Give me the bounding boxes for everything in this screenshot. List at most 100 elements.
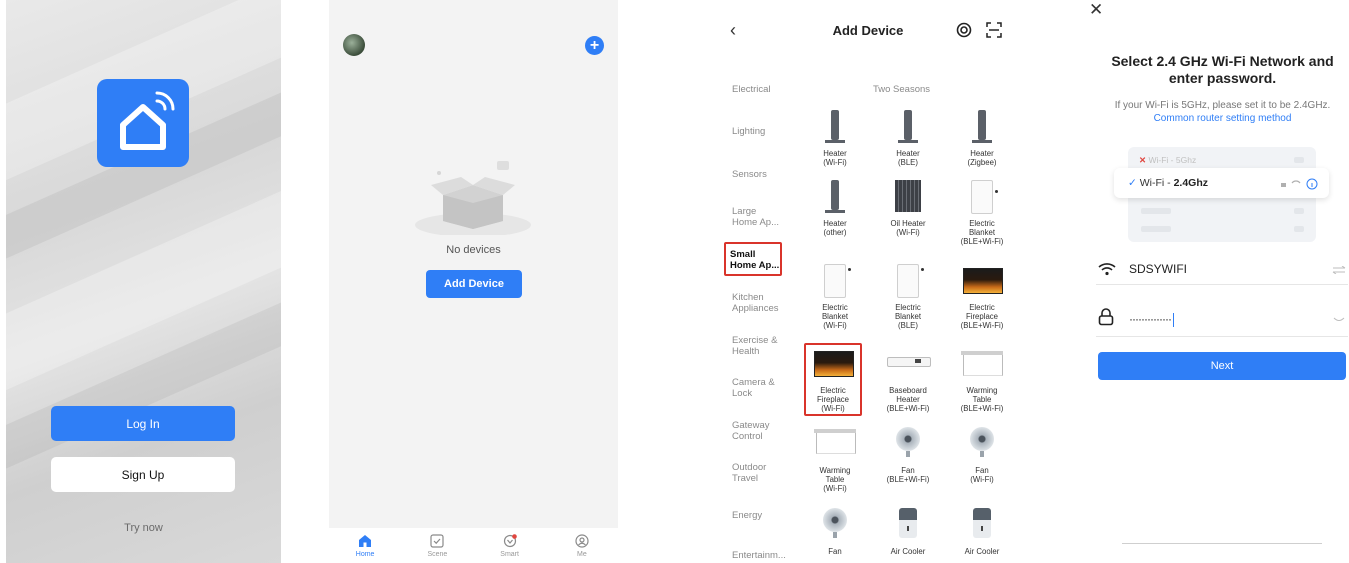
wifi-5g-label: Wi-Fi - 5Ghz <box>1148 155 1197 165</box>
tab-smart[interactable]: Smart <box>485 534 535 558</box>
device-label: Fan <box>828 547 842 556</box>
device-electric-fireplace-wifi[interactable]: Electric Fireplace (Wi-Fi) <box>799 345 867 413</box>
device-electric-fireplace-ble-wifi[interactable]: Electric Fireplace (BLE+Wi-Fi) <box>948 262 1016 330</box>
tab-label: Smart <box>500 551 519 558</box>
home-indicator <box>1122 543 1322 544</box>
device-electric-blanket-ble[interactable]: Electric Blanket (BLE) <box>874 262 942 330</box>
oil-heater-icon <box>883 178 933 216</box>
close-icon[interactable]: ✕ <box>1089 0 1103 20</box>
heater-icon <box>957 108 1007 146</box>
tab-home[interactable]: Home <box>340 534 390 558</box>
category-outdoor-travel[interactable]: Outdoor Travel <box>732 462 797 484</box>
login-button[interactable]: Log In <box>51 406 235 441</box>
device-fan-ble-wifi[interactable]: Fan (BLE+Wi-Fi) <box>874 425 942 484</box>
device-air-cooler[interactable]: Air Cooler <box>874 506 942 556</box>
try-now-link[interactable]: Try now <box>6 522 281 534</box>
device-fan-wifi[interactable]: Fan (Wi-Fi) <box>948 425 1016 484</box>
device-label: Baseboard Heater (BLE+Wi-Fi) <box>886 386 930 413</box>
device-label: Heater (BLE) <box>896 149 920 167</box>
device-heater-ble[interactable]: Heater (BLE) <box>874 108 942 167</box>
auto-scan-icon[interactable] <box>956 22 972 38</box>
category-exercise-health[interactable]: Exercise & Health <box>732 335 797 357</box>
air-cooler-icon <box>883 506 933 544</box>
tab-me[interactable]: Me <box>557 534 607 558</box>
category-large-home-appliances[interactable]: Large Home Ap... <box>732 206 797 228</box>
switch-network-icon[interactable] <box>1332 266 1346 274</box>
category-kitchen-appliances[interactable]: Kitchen Appliances <box>732 292 797 314</box>
ssid-value: SDSYWIFI <box>1129 262 1188 276</box>
check-icon: ✓ <box>1128 177 1137 189</box>
text-cursor <box>1172 312 1175 327</box>
category-sensors[interactable]: Sensors <box>732 169 797 180</box>
category-small-home-appliances[interactable]: Small Home Ap... <box>730 249 795 271</box>
tab-scene[interactable]: Scene <box>412 534 462 558</box>
fan-icon <box>810 506 860 544</box>
cross-icon: ✕ <box>1139 155 1147 165</box>
fan-icon <box>883 425 933 463</box>
placeholder-bar <box>1294 226 1304 232</box>
lock-icon <box>1098 308 1114 326</box>
category-entertainment[interactable]: Entertainm... <box>732 550 797 561</box>
device-warming-table-wifi[interactable]: Warming Table (Wi-Fi) <box>801 425 869 493</box>
wifi-hint-text: If your Wi-Fi is 5GHz, please set it to … <box>1114 100 1331 111</box>
add-icon[interactable]: + <box>585 36 604 55</box>
device-heater-zigbee[interactable]: Heater (Zigbee) <box>948 108 1016 167</box>
avatar[interactable] <box>343 34 365 56</box>
device-air-cooler[interactable]: Air Cooler <box>948 506 1016 556</box>
warming-table-icon <box>810 425 860 463</box>
tab-label: Me <box>577 551 587 558</box>
warming-table-icon <box>957 345 1007 383</box>
placeholder-bar <box>1141 208 1171 214</box>
empty-state-text: No devices <box>446 244 501 256</box>
qr-scan-icon[interactable] <box>986 22 1002 38</box>
device-label: Electric Fireplace (BLE+Wi-Fi) <box>960 303 1004 330</box>
wifi-24-row: ✓ Wi-Fi - 2.4Ghz <box>1128 177 1208 189</box>
placeholder-bar <box>1294 157 1304 163</box>
device-electric-blanket-ble-wifi[interactable]: Electric Blanket (BLE+Wi-Fi) <box>948 178 1016 246</box>
heater-icon <box>883 108 933 146</box>
category-energy[interactable]: Energy <box>732 510 797 521</box>
device-oil-heater-wifi[interactable]: Oil Heater (Wi-Fi) <box>874 178 942 237</box>
category-lighting[interactable]: Lighting <box>732 126 797 137</box>
device-label: Fan (Wi-Fi) <box>970 466 994 484</box>
device-fan[interactable]: Fan <box>801 506 869 556</box>
device-warming-table-ble-wifi[interactable]: Warming Table (BLE+Wi-Fi) <box>948 345 1016 413</box>
placeholder-bar <box>1294 208 1304 214</box>
tab-label: Home <box>355 551 375 558</box>
signup-button[interactable]: Sign Up <box>51 457 235 492</box>
wifi-24-value: 2.4Ghz <box>1173 177 1208 189</box>
category-gateway-control[interactable]: Gateway Control <box>732 420 797 442</box>
device-electric-blanket-wifi[interactable]: Electric Blanket (Wi-Fi) <box>801 262 869 330</box>
category-camera-lock[interactable]: Camera & Lock <box>732 377 797 399</box>
device-label: Electric Blanket (BLE) <box>894 303 921 330</box>
add-device-button[interactable]: Add Device <box>426 270 522 298</box>
smart-home-app-logo <box>97 79 189 167</box>
password-input[interactable]: ·············· <box>1129 312 1175 327</box>
category-electrical[interactable]: Electrical <box>732 84 797 95</box>
device-heater-wifi[interactable]: Heater (Wi-Fi) <box>801 108 869 167</box>
device-label: Warming Table (BLE+Wi-Fi) <box>960 386 1004 413</box>
electric-blanket-icon <box>810 262 860 300</box>
device-heater-other[interactable]: Heater (other) <box>801 178 869 237</box>
eye-closed-icon[interactable] <box>1333 317 1345 323</box>
device-label: Electric Blanket (BLE+Wi-Fi) <box>960 219 1004 246</box>
electric-blanket-icon <box>957 178 1007 216</box>
device-baseboard-heater-ble-wifi[interactable]: Baseboard Heater (BLE+Wi-Fi) <box>874 345 942 413</box>
page-title: Select 2.4 GHz Wi-Fi Network and enter p… <box>1111 53 1334 86</box>
empty-box-illustration <box>415 161 531 235</box>
back-icon[interactable]: ‹ <box>730 21 744 39</box>
device-label: Oil Heater (Wi-Fi) <box>890 219 926 237</box>
next-button[interactable]: Next <box>1098 352 1346 380</box>
device-label: Fan (BLE+Wi-Fi) <box>886 466 930 484</box>
fan-icon <box>957 425 1007 463</box>
fireplace-icon <box>957 262 1007 300</box>
placeholder-bar <box>1141 226 1171 232</box>
router-setting-link[interactable]: Common router setting method <box>1096 113 1349 124</box>
air-cooler-icon <box>957 506 1007 544</box>
device-label: Electric Fireplace (Wi-Fi) <box>816 386 850 413</box>
login-screen: Log In Sign Up Try now <box>6 0 281 563</box>
tab-label: Scene <box>427 551 448 558</box>
device-label: Warming Table (Wi-Fi) <box>819 466 851 493</box>
scene-checkbox-icon <box>430 534 444 548</box>
device-label: Heater (Wi-Fi) <box>823 149 847 167</box>
